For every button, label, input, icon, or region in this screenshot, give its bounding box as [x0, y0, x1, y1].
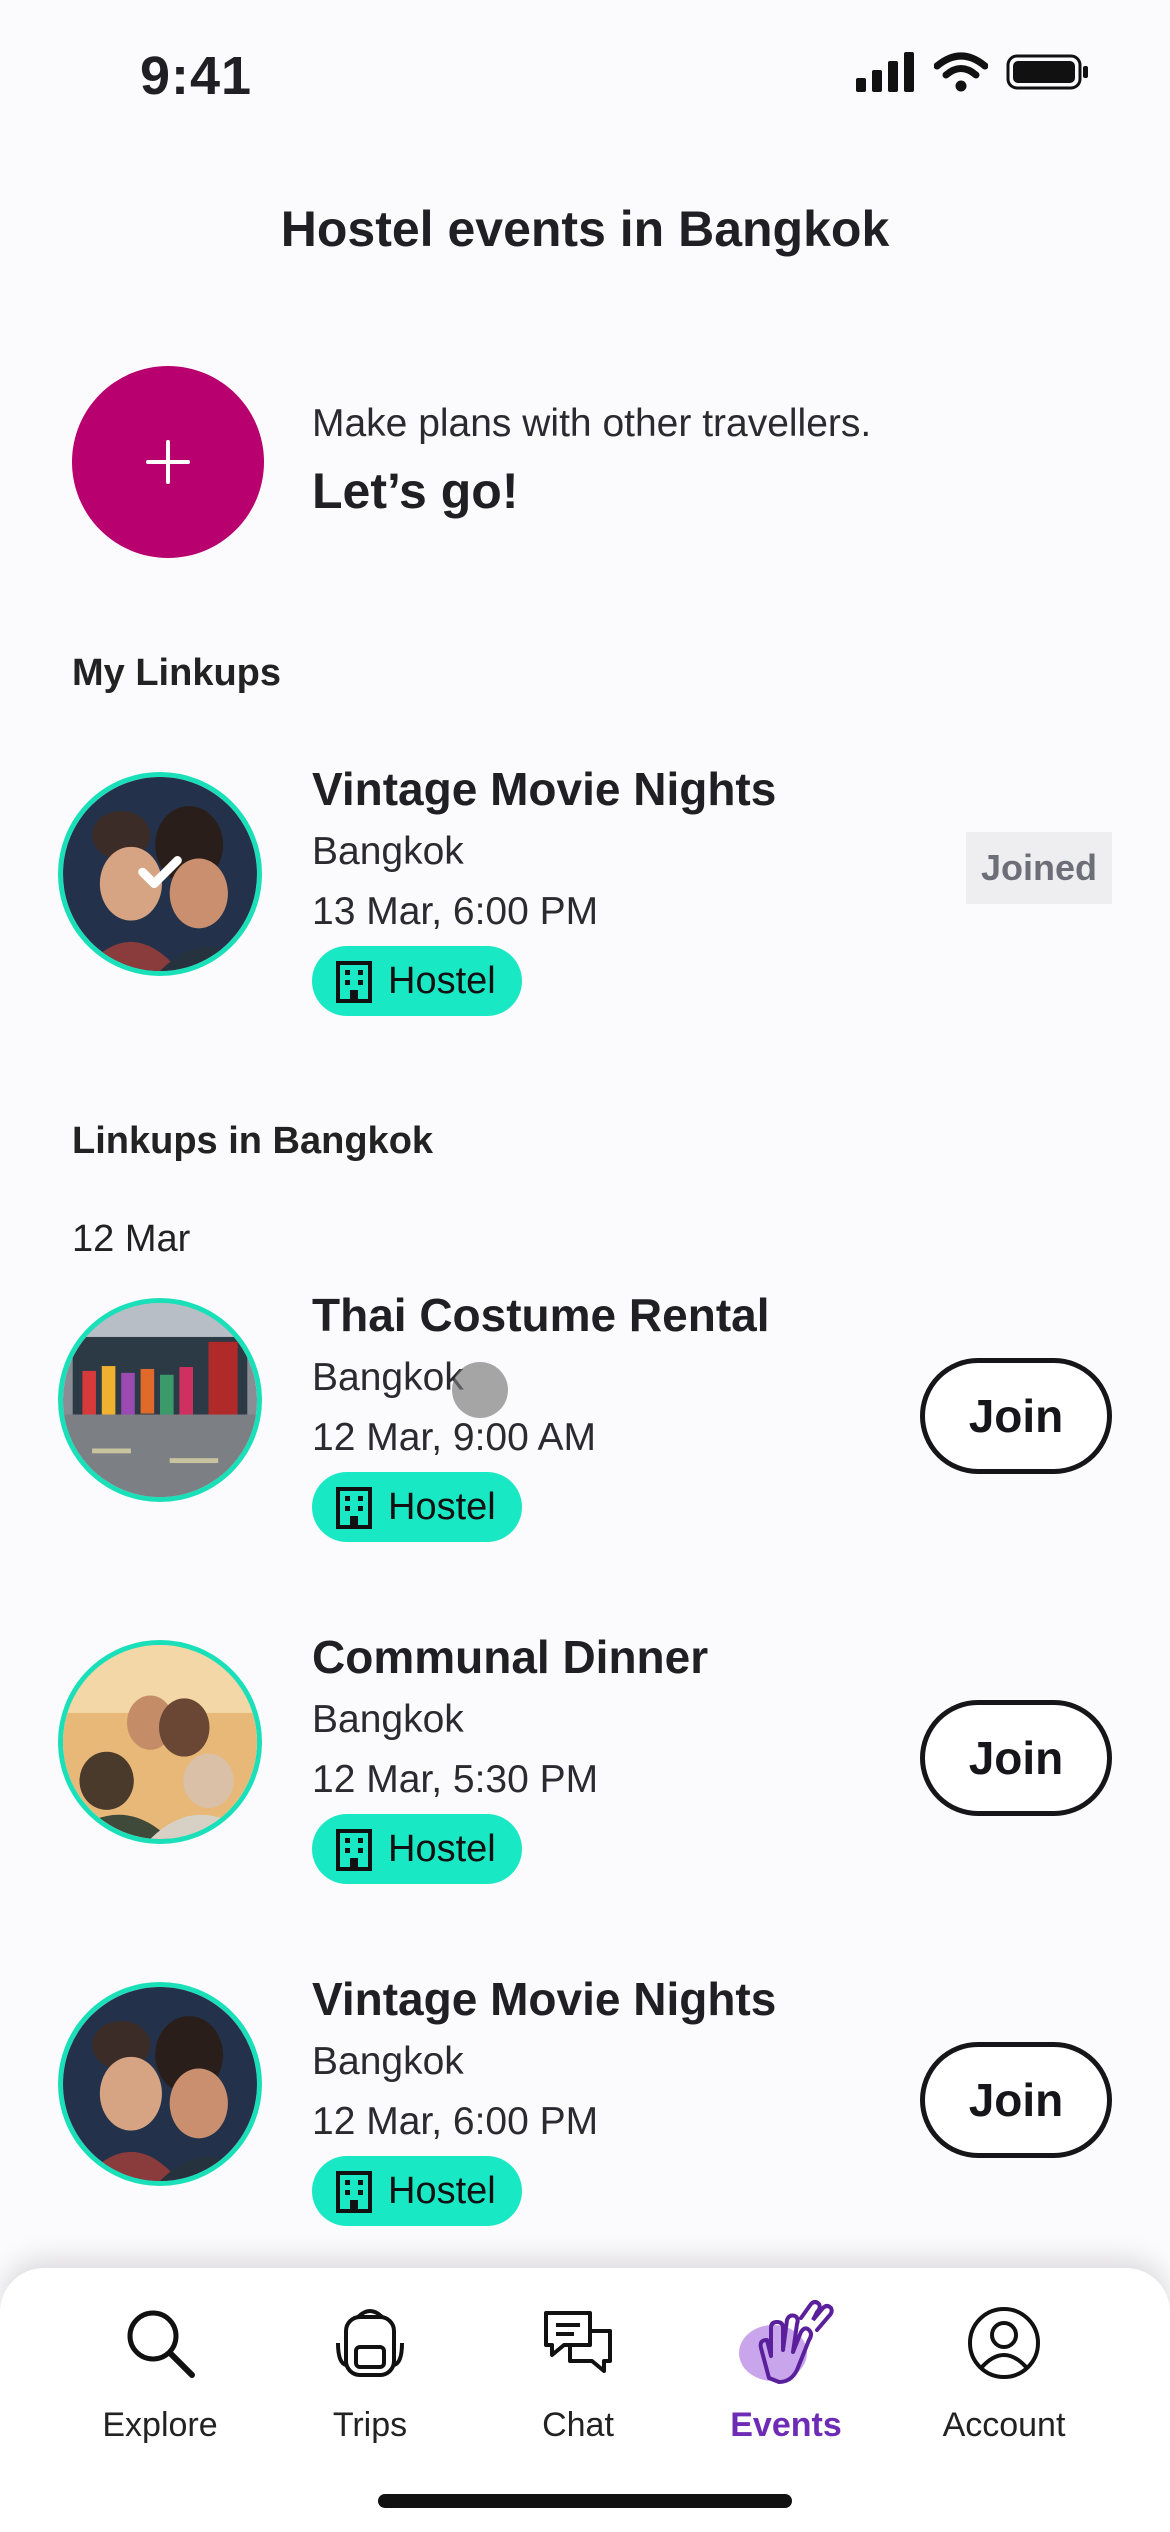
event-city: Bangkok [312, 1698, 464, 1741]
linkup-card[interactable]: Vintage Movie Nights Bangkok 12 Mar, 6:0… [0, 1972, 1170, 2226]
event-title: Thai Costume Rental [312, 1289, 770, 1341]
promo-cta[interactable]: Let’s go! [312, 462, 518, 520]
promo-subtitle: Make plans with other travellers. [312, 402, 872, 445]
user-icon [968, 2307, 1040, 2379]
search-icon [127, 2310, 195, 2378]
date-group-label: 12 Mar [72, 1218, 191, 1260]
join-button[interactable]: Join [920, 1700, 1112, 1816]
bottom-tab-bar: Explore Trips Chat Events Account [0, 2268, 1170, 2532]
tag-label: Hostel [388, 1485, 496, 1528]
waving-hands-icon [739, 2300, 834, 2384]
event-image [58, 1298, 262, 1502]
linkup-card[interactable]: Thai Costume Rental Bangkok 12 Mar, 9:00… [0, 1288, 1170, 1542]
battery-icon [1006, 54, 1088, 90]
building-icon [336, 1487, 372, 1529]
event-datetime: 13 Mar, 6:00 PM [312, 890, 599, 933]
building-icon [336, 2171, 372, 2213]
event-datetime: 12 Mar, 9:00 AM [312, 1416, 596, 1459]
page-title: Hostel events in Bangkok [280, 201, 890, 257]
status-bar: 9:41 [0, 0, 1170, 150]
wifi-icon [934, 52, 988, 92]
joined-badge: Joined [966, 832, 1112, 904]
event-image [58, 1640, 262, 1844]
status-time: 9:41 [140, 46, 253, 106]
event-title: Communal Dinner [312, 1631, 709, 1683]
backpack-icon [336, 2309, 404, 2377]
building-icon [336, 961, 372, 1003]
event-city: Bangkok [312, 830, 464, 873]
chat-icon [544, 2311, 612, 2373]
section-my-linkups: My Linkups [72, 652, 282, 694]
create-linkup-button[interactable] [72, 366, 264, 558]
tab-account[interactable]: Account [904, 2288, 1104, 2445]
tag-label: Hostel [388, 2169, 496, 2212]
hostel-tag: Hostel [312, 2156, 522, 2226]
event-city: Bangkok [312, 1356, 464, 1399]
touch-indicator [452, 1362, 508, 1418]
event-title: Vintage Movie Nights [312, 763, 777, 815]
home-indicator [378, 2494, 792, 2508]
signal-icon [856, 52, 914, 92]
section-linkups-bangkok: Linkups in Bangkok [72, 1120, 434, 1162]
hostel-tag: Hostel [312, 946, 522, 1016]
event-datetime: 12 Mar, 6:00 PM [312, 2100, 599, 2143]
tab-trips[interactable]: Trips [270, 2288, 470, 2445]
tag-label: Hostel [388, 959, 496, 1002]
tab-chat[interactable]: Chat [478, 2288, 678, 2445]
tab-label: Trips [332, 2406, 408, 2444]
linkup-card[interactable]: Communal Dinner Bangkok 12 Mar, 5:30 PM … [0, 1630, 1170, 1884]
tab-label: Events [730, 2406, 842, 2444]
hostel-tag: Hostel [312, 1472, 522, 1542]
tag-label: Hostel [388, 1827, 496, 1870]
event-image [58, 1982, 262, 2186]
plus-icon [146, 440, 190, 484]
tab-label: Explore [102, 2406, 218, 2444]
status-icons [856, 52, 1090, 92]
event-city: Bangkok [312, 2040, 464, 2083]
tab-label: Chat [542, 2406, 614, 2444]
event-image [58, 772, 262, 976]
tab-label: Account [942, 2406, 1066, 2444]
tab-explore[interactable]: Explore [60, 2288, 260, 2445]
event-title: Vintage Movie Nights [312, 1973, 777, 2025]
my-linkup-card[interactable]: Vintage Movie Nights Bangkok 13 Mar, 6:0… [0, 762, 1170, 1016]
building-icon [336, 1829, 372, 1871]
tab-events[interactable]: Events [686, 2288, 886, 2445]
join-button[interactable]: Join [920, 1358, 1112, 1474]
hostel-tag: Hostel [312, 1814, 522, 1884]
join-button[interactable]: Join [920, 2042, 1112, 2158]
event-datetime: 12 Mar, 5:30 PM [312, 1758, 599, 1801]
